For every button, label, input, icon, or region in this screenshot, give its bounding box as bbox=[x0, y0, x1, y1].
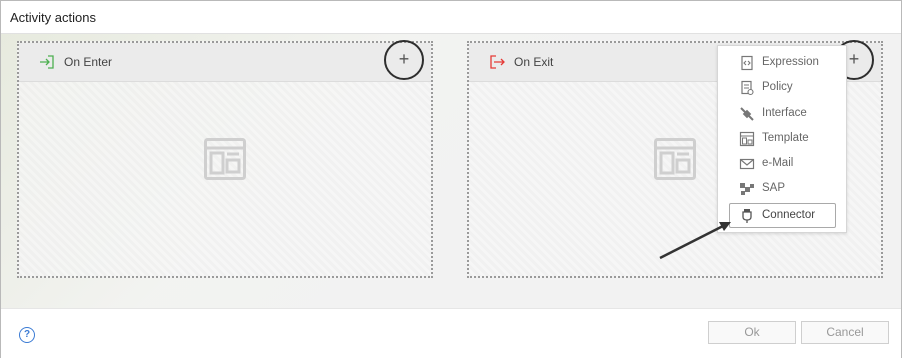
on-enter-label: On Enter bbox=[64, 55, 113, 69]
sap-icon bbox=[740, 183, 754, 195]
menu-item-label: Policy bbox=[762, 81, 793, 93]
menu-item-label: Expression bbox=[762, 56, 819, 68]
help-icon[interactable]: ? bbox=[19, 327, 35, 343]
menu-item-label: e-Mail bbox=[762, 157, 794, 169]
menu-item-label: SAP bbox=[762, 182, 786, 194]
connector-icon bbox=[742, 209, 752, 223]
dialog-title: Activity actions bbox=[10, 10, 96, 25]
enter-arrow-icon bbox=[40, 55, 54, 69]
email-icon bbox=[739, 158, 755, 170]
policy-icon bbox=[741, 80, 754, 96]
empty-placeholder-icon bbox=[204, 138, 246, 180]
menu-item-interface[interactable]: Interface bbox=[718, 102, 846, 126]
menu-item-expression[interactable]: Expression bbox=[718, 51, 846, 75]
menu-item-label: Interface bbox=[762, 107, 807, 119]
empty-placeholder-icon bbox=[654, 138, 696, 180]
on-enter-add-button[interactable]: + bbox=[384, 40, 424, 80]
menu-item-policy[interactable]: Policy bbox=[718, 76, 846, 100]
menu-item-label: Connector bbox=[762, 209, 816, 221]
menu-item-connector[interactable]: Connector bbox=[729, 203, 836, 228]
template-icon bbox=[739, 131, 755, 147]
activity-actions-dialog: Activity actions On Enter + On Exit + Ex… bbox=[0, 0, 902, 358]
interface-icon bbox=[740, 107, 754, 121]
cancel-button[interactable]: Cancel bbox=[801, 321, 889, 344]
ok-button[interactable]: Ok bbox=[708, 321, 796, 344]
expression-icon bbox=[741, 55, 753, 71]
on-exit-label: On Exit bbox=[514, 55, 554, 69]
menu-item-template[interactable]: Template bbox=[718, 127, 846, 151]
dialog-footer: ? Ok Cancel bbox=[1, 308, 901, 358]
on-enter-panel: On Enter + bbox=[17, 40, 433, 278]
menu-item-sap[interactable]: SAP bbox=[718, 177, 846, 201]
add-action-menu: Expression Policy Interface Template e-M… bbox=[717, 45, 847, 233]
exit-arrow-icon bbox=[490, 55, 505, 69]
menu-item-label: Template bbox=[762, 132, 809, 144]
annotation-arrow bbox=[659, 222, 731, 260]
menu-item-email[interactable]: e-Mail bbox=[718, 152, 846, 176]
title-bar: Activity actions bbox=[1, 1, 901, 34]
on-enter-header: On Enter + bbox=[19, 40, 431, 82]
